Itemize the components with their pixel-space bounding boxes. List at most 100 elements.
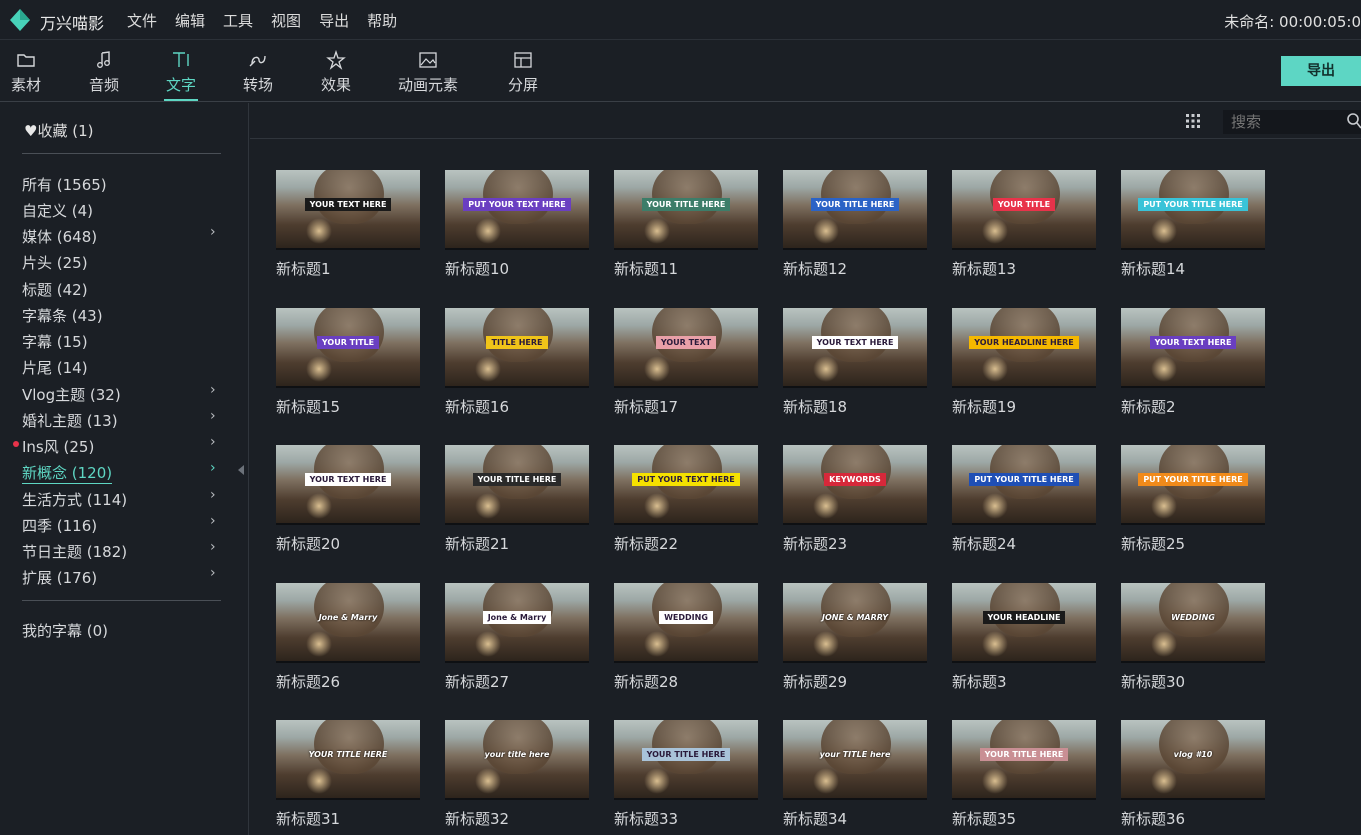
template-thumbnail[interactable]: Jone & Marry <box>445 583 589 663</box>
category-lower-thirds[interactable]: 字幕条 (43) <box>22 305 103 326</box>
template-thumbnail[interactable]: YOUR TITLE HERE <box>445 445 589 525</box>
tab-media[interactable]: 素材 <box>11 50 41 95</box>
category-vlog[interactable]: Vlog主题 (32) <box>22 384 121 405</box>
template-card[interactable]: Jone & Marry 新标题27 <box>445 583 589 692</box>
menu-export[interactable]: 导出 <box>319 10 349 31</box>
template-thumbnail[interactable]: your title here <box>445 720 589 800</box>
template-card[interactable]: your title here 新标题32 <box>445 720 589 829</box>
category-subtitles[interactable]: 字幕 (15) <box>22 331 88 352</box>
search-input[interactable] <box>1223 110 1361 134</box>
menu-help[interactable]: 帮助 <box>367 10 397 31</box>
chevron-right-icon[interactable]: › <box>210 565 216 581</box>
template-thumbnail[interactable]: YOUR TITLE HERE <box>276 720 420 800</box>
menu-tools[interactable]: 工具 <box>223 10 253 31</box>
template-card[interactable]: WEDDING 新标题28 <box>614 583 758 692</box>
chevron-right-icon[interactable]: › <box>210 434 216 450</box>
template-card[interactable]: YOUR TITLE HERE 新标题31 <box>276 720 420 829</box>
template-card[interactable]: YOUR TITLE 新标题15 <box>276 308 420 417</box>
category-seasons[interactable]: 四季 (116) <box>22 515 97 536</box>
search-icon[interactable] <box>1346 112 1361 130</box>
template-card[interactable]: YOUR TEXT HERE 新标题1 <box>276 170 420 279</box>
template-thumbnail[interactable]: WEDDING <box>614 583 758 663</box>
template-card[interactable]: YOUR TITLE HERE 新标题33 <box>614 720 758 829</box>
template-thumbnail[interactable]: YOUR HEADLINE HERE <box>952 308 1096 388</box>
template-card[interactable]: PUT YOUR TITLE HERE 新标题24 <box>952 445 1096 554</box>
template-card[interactable]: YOUR TITLE 新标题13 <box>952 170 1096 279</box>
template-thumbnail[interactable]: YOUR HEADLINE <box>952 583 1096 663</box>
template-card[interactable]: PUT YOUR TEXT HERE 新标题22 <box>614 445 758 554</box>
template-thumbnail[interactable]: YOUR TEXT HERE <box>276 445 420 525</box>
template-card[interactable]: PUT YOUR TITLE HERE 新标题25 <box>1121 445 1265 554</box>
template-card[interactable]: YOUR TEXT HERE 新标题20 <box>276 445 420 554</box>
category-all[interactable]: 所有 (1565) <box>22 174 107 195</box>
category-intro[interactable]: 片头 (25) <box>22 252 88 273</box>
template-thumbnail[interactable]: PUT YOUR TEXT HERE <box>614 445 758 525</box>
chevron-right-icon[interactable]: › <box>210 513 216 529</box>
template-card[interactable]: YOUR HEADLINE 新标题3 <box>952 583 1096 692</box>
tab-elements[interactable]: 动画元素 <box>398 50 458 95</box>
category-wedding[interactable]: 婚礼主题 (13) <box>22 410 118 431</box>
template-thumbnail[interactable]: PUT YOUR TITLE HERE <box>1121 445 1265 525</box>
template-card[interactable]: YOUR TEXT HERE 新标题2 <box>1121 308 1265 417</box>
tab-transition[interactable]: 转场 <box>243 50 273 95</box>
chevron-right-icon[interactable]: › <box>210 382 216 398</box>
template-thumbnail[interactable]: PUT YOUR TITLE HERE <box>952 445 1096 525</box>
template-thumbnail[interactable]: YOUR TITLE HERE <box>614 170 758 250</box>
template-thumbnail[interactable]: YOUR TITLE <box>276 308 420 388</box>
collapse-panel-icon[interactable] <box>238 465 244 475</box>
template-thumbnail[interactable]: YOUR TEXT <box>614 308 758 388</box>
category-my-subtitles[interactable]: 我的字幕 (0) <box>22 620 108 641</box>
chevron-right-icon[interactable]: › <box>210 224 216 240</box>
template-card[interactable]: YOUR TITLE HERE 新标题12 <box>783 170 927 279</box>
category-extensions[interactable]: 扩展 (176) <box>22 567 97 588</box>
template-thumbnail[interactable]: WEDDING <box>1121 583 1265 663</box>
template-thumbnail[interactable]: KEYWORDS <box>783 445 927 525</box>
template-card[interactable]: YOUR HEADLINE HERE 新标题19 <box>952 308 1096 417</box>
grid-view-icon[interactable] <box>1185 113 1201 129</box>
export-button[interactable]: 导出 <box>1281 56 1361 86</box>
template-card[interactable]: TITLE HERE 新标题16 <box>445 308 589 417</box>
template-thumbnail[interactable]: JONE & MARRY <box>783 583 927 663</box>
tab-effects[interactable]: 效果 <box>321 50 351 95</box>
chevron-right-icon[interactable]: › <box>210 487 216 503</box>
template-card[interactable]: Jone & Marry 新标题26 <box>276 583 420 692</box>
category-new-concept[interactable]: 新概念 (120) <box>22 462 113 484</box>
template-thumbnail[interactable]: YOUR TITLE HERE <box>614 720 758 800</box>
template-card[interactable]: WEDDING 新标题30 <box>1121 583 1265 692</box>
menu-view[interactable]: 视图 <box>271 10 301 31</box>
template-card[interactable]: KEYWORDS 新标题23 <box>783 445 927 554</box>
favorites-item[interactable]: ♥收藏 (1) <box>24 120 93 141</box>
template-card[interactable]: PUT YOUR TEXT HERE 新标题10 <box>445 170 589 279</box>
template-thumbnail[interactable]: vlog #10 <box>1121 720 1265 800</box>
template-thumbnail[interactable]: PUT YOUR TEXT HERE <box>445 170 589 250</box>
template-card[interactable]: vlog #10 新标题36 <box>1121 720 1265 829</box>
template-card[interactable]: YOUR TITLE HERE 新标题35 <box>952 720 1096 829</box>
category-holidays[interactable]: 节日主题 (182) <box>22 541 127 562</box>
template-thumbnail[interactable]: YOUR TEXT HERE <box>783 308 927 388</box>
template-thumbnail[interactable]: your TITLE here <box>783 720 927 800</box>
tab-text[interactable]: 文字 <box>164 50 199 101</box>
category-media[interactable]: 媒体 (648) <box>22 226 97 247</box>
template-card[interactable]: YOUR TEXT 新标题17 <box>614 308 758 417</box>
category-custom[interactable]: 自定义 (4) <box>22 200 93 221</box>
template-card[interactable]: YOUR TEXT HERE 新标题18 <box>783 308 927 417</box>
template-thumbnail[interactable]: YOUR TEXT HERE <box>276 170 420 250</box>
category-ins[interactable]: Ins风 (25) <box>22 436 94 457</box>
category-lifestyle[interactable]: 生活方式 (114) <box>22 489 127 510</box>
category-credits[interactable]: 片尾 (14) <box>22 357 88 378</box>
template-card[interactable]: your TITLE here 新标题34 <box>783 720 927 829</box>
menu-edit[interactable]: 编辑 <box>175 10 205 31</box>
template-thumbnail[interactable]: TITLE HERE <box>445 308 589 388</box>
template-thumbnail[interactable]: YOUR TITLE HERE <box>783 170 927 250</box>
template-card[interactable]: PUT YOUR TITLE HERE 新标题14 <box>1121 170 1265 279</box>
template-thumbnail[interactable]: YOUR TITLE HERE <box>952 720 1096 800</box>
tab-split-screen[interactable]: 分屏 <box>508 50 538 95</box>
template-thumbnail[interactable]: Jone & Marry <box>276 583 420 663</box>
template-card[interactable]: YOUR TITLE HERE 新标题21 <box>445 445 589 554</box>
tab-audio[interactable]: 音频 <box>89 50 119 95</box>
chevron-right-icon[interactable]: › <box>210 460 216 476</box>
menu-file[interactable]: 文件 <box>127 10 157 31</box>
template-thumbnail[interactable]: YOUR TITLE <box>952 170 1096 250</box>
chevron-right-icon[interactable]: › <box>210 539 216 555</box>
template-card[interactable]: YOUR TITLE HERE 新标题11 <box>614 170 758 279</box>
